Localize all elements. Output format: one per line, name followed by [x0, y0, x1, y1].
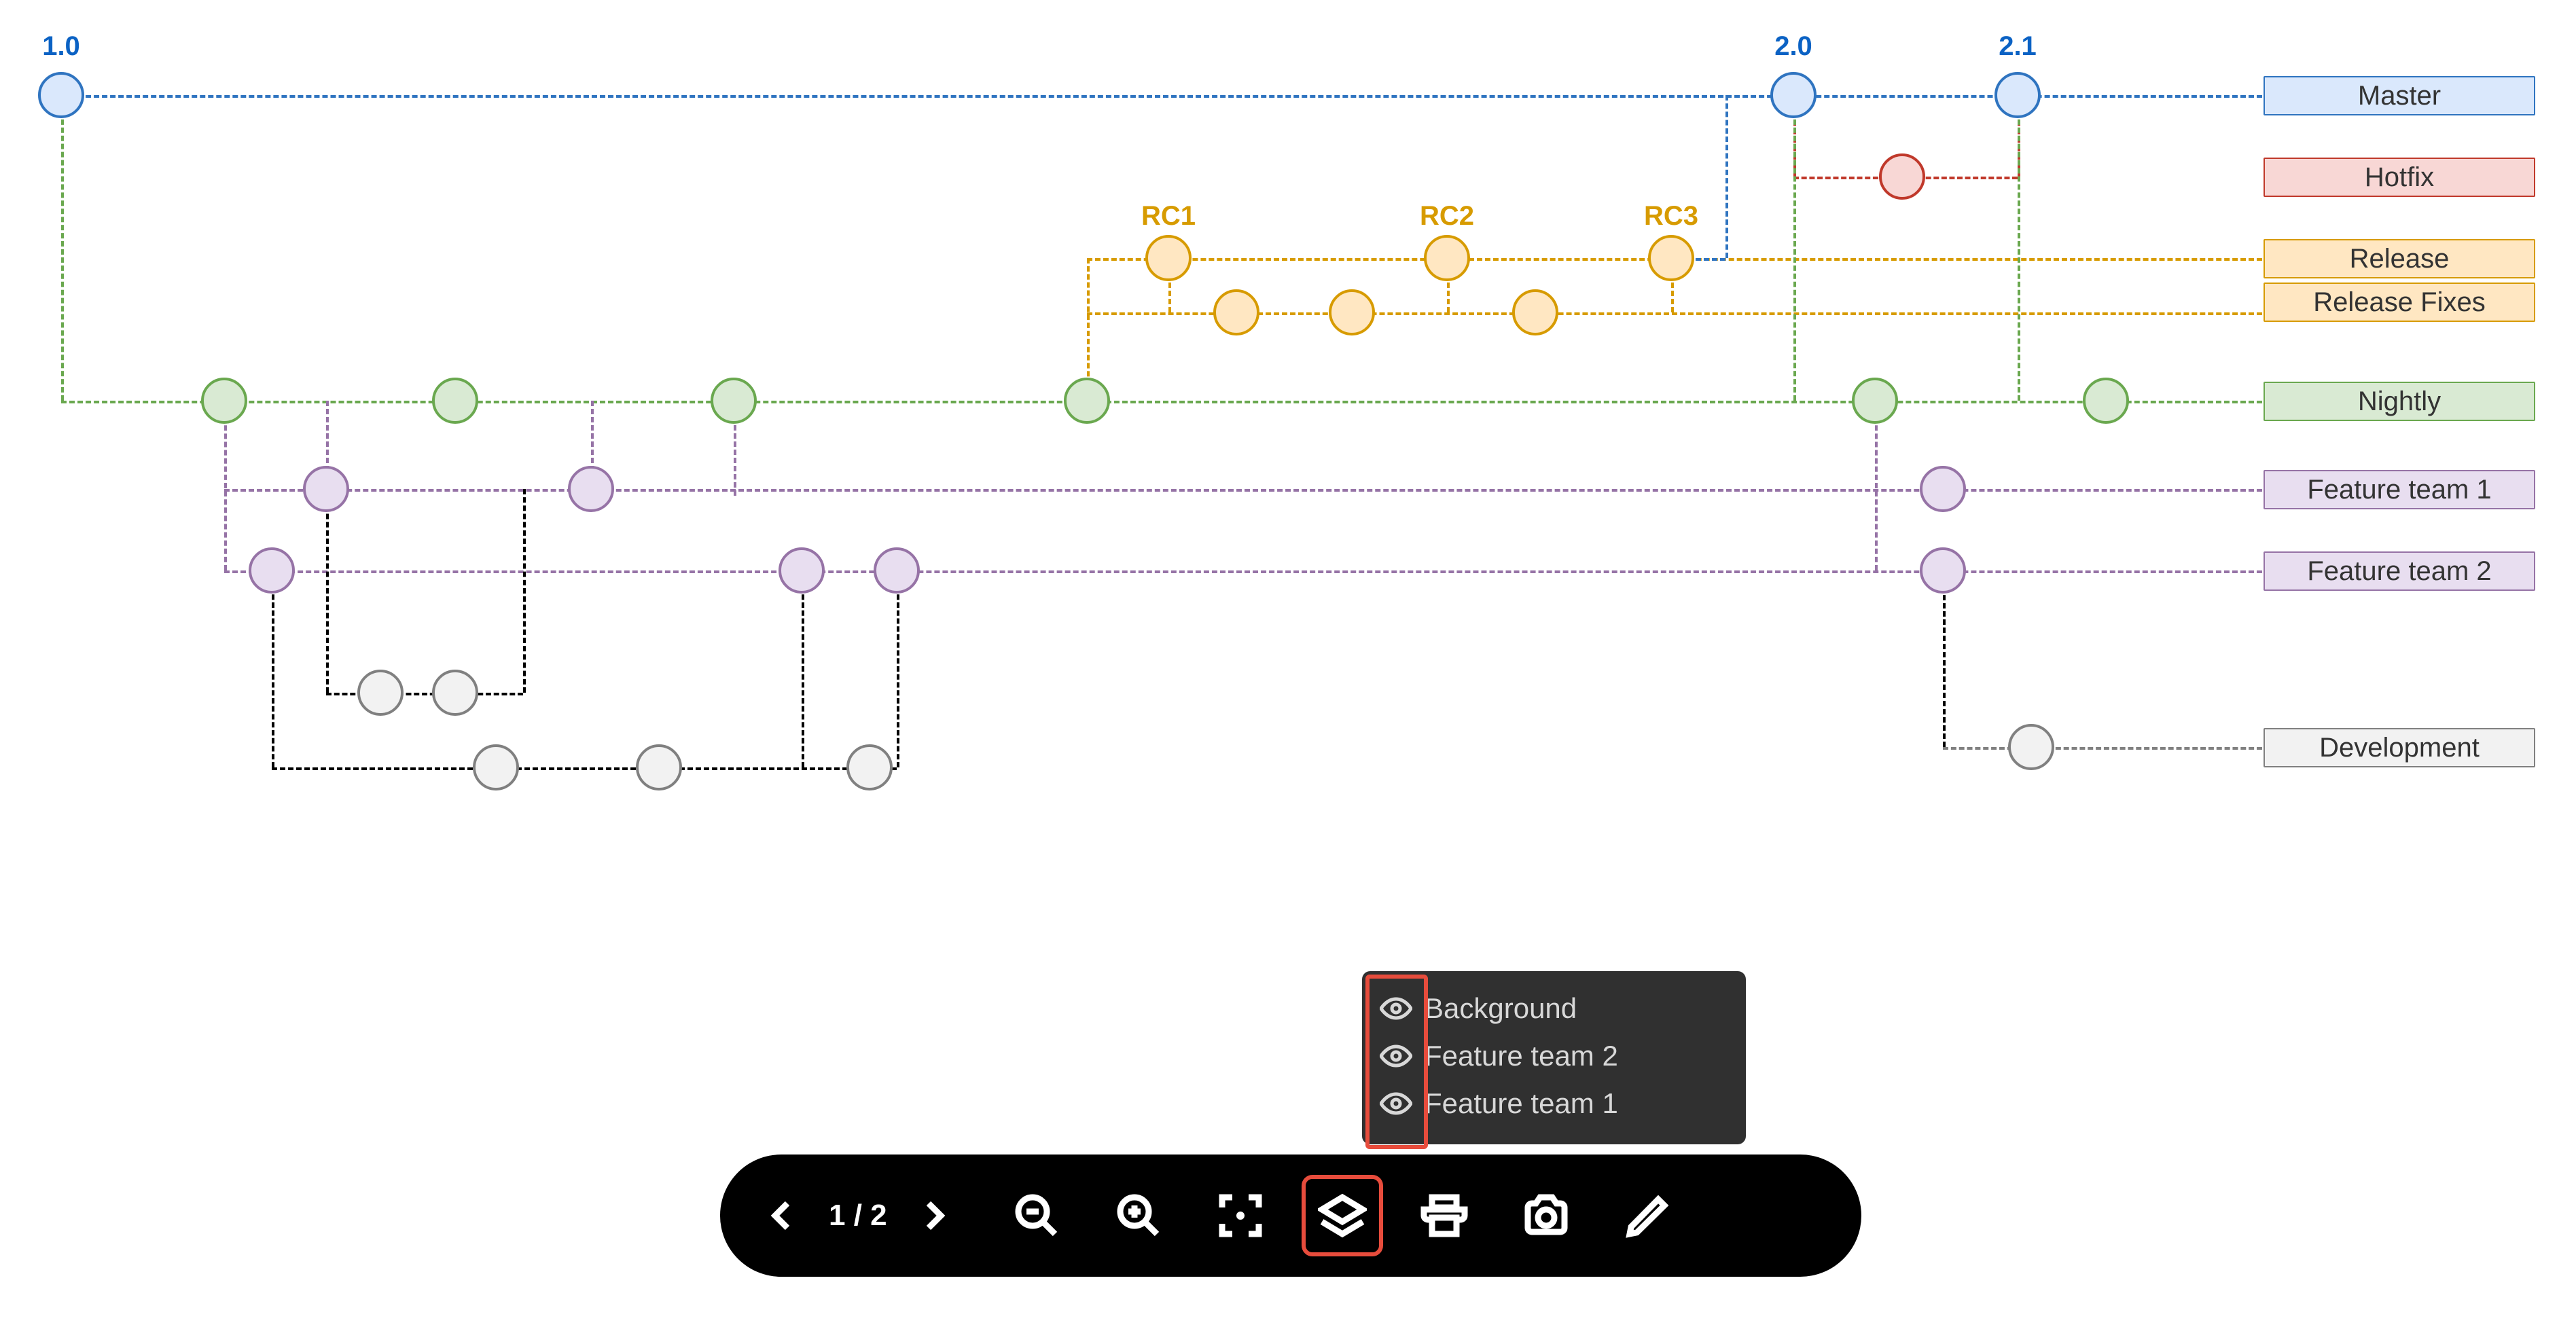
- lane-label-nightly: Nightly: [2264, 382, 2535, 421]
- lane-line-release-fixes: [1087, 312, 2262, 315]
- lane-label-feature2: Feature team 2: [2264, 551, 2535, 591]
- commit-rc2[interactable]: [1424, 235, 1470, 281]
- branch-1.0-to-nightly: [61, 95, 64, 401]
- print-button[interactable]: [1403, 1175, 1485, 1256]
- commit-dev-a1[interactable]: [357, 670, 404, 716]
- dev-lane-a: [272, 767, 897, 770]
- layer-row-feature1[interactable]: Feature team 1: [1380, 1080, 1728, 1127]
- commit-f2-r[interactable]: [1920, 547, 1966, 594]
- commit-dev-b2[interactable]: [636, 744, 682, 790]
- tag-2.1: 2.1: [1999, 31, 2037, 62]
- dev-to-f1-a2: [326, 489, 329, 693]
- dev-to-f2-c: [897, 570, 899, 767]
- text: Nightly: [2358, 386, 2441, 417]
- commit-hotfix[interactable]: [1879, 153, 1925, 200]
- branch-feature2-to-dev-a: [272, 570, 274, 767]
- branch-nightly-to-features: [224, 401, 227, 570]
- text: Hotfix: [2365, 162, 2434, 193]
- next-page-button[interactable]: [894, 1175, 976, 1256]
- text: Master: [2358, 81, 2441, 111]
- eye-icon: [1380, 1087, 1412, 1120]
- screenshot-button[interactable]: [1505, 1175, 1587, 1256]
- commit-relfix-3[interactable]: [1512, 289, 1558, 335]
- zoom-out-button[interactable]: [996, 1175, 1077, 1256]
- lane-line-master: [61, 95, 2262, 98]
- 2.1-to-nightly: [2018, 95, 2020, 401]
- commit-nightly-4[interactable]: [1064, 378, 1110, 424]
- commit-relfix-2[interactable]: [1329, 289, 1375, 335]
- tag-rc2: RC2: [1420, 201, 1474, 232]
- commit-dev-b1[interactable]: [473, 744, 519, 790]
- layer-label: Background: [1425, 992, 1577, 1025]
- layers-popover: Background Feature team 2 Feature team 1: [1362, 971, 1746, 1144]
- prev-page-button[interactable]: [740, 1175, 822, 1256]
- text: Development: [2319, 733, 2480, 763]
- lane-label-master: Master: [2264, 76, 2535, 115]
- zoom-in-button[interactable]: [1098, 1175, 1179, 1256]
- text: Release: [2350, 244, 2450, 274]
- commit-master-2.1[interactable]: [1994, 72, 2041, 118]
- commit-nightly-2[interactable]: [432, 378, 478, 424]
- commit-nightly-5[interactable]: [1852, 378, 1898, 424]
- tag-rc1: RC1: [1141, 201, 1196, 232]
- layer-label: Feature team 2: [1425, 1040, 1618, 1072]
- dev-to-f1-a: [523, 489, 526, 693]
- commit-rc3[interactable]: [1648, 235, 1694, 281]
- lane-label-release: Release: [2264, 239, 2535, 278]
- commit-nightly-6[interactable]: [2083, 378, 2129, 424]
- lane-line-development: [1943, 747, 2262, 750]
- feature2-to-dev-r: [1943, 570, 1946, 747]
- commit-nightly-3[interactable]: [711, 378, 757, 424]
- commit-master-1.0[interactable]: [38, 72, 84, 118]
- page-indicator: 1 / 2: [829, 1199, 887, 1233]
- lane-label-release-fixes: Release Fixes: [2264, 283, 2535, 322]
- layer-label: Feature team 1: [1425, 1087, 1618, 1120]
- fit-screen-button[interactable]: [1200, 1175, 1281, 1256]
- tag-1.0: 1.0: [42, 31, 80, 62]
- commit-master-2.0[interactable]: [1770, 72, 1817, 118]
- commit-f2-3[interactable]: [874, 547, 920, 594]
- lane-label-hotfix: Hotfix: [2264, 158, 2535, 197]
- commit-rc1[interactable]: [1145, 235, 1192, 281]
- layer-row-background[interactable]: Background: [1380, 985, 1728, 1032]
- commit-relfix-1[interactable]: [1213, 289, 1259, 335]
- eye-icon: [1380, 1040, 1412, 1072]
- dev-to-f2-b: [802, 570, 804, 767]
- commit-f2-1[interactable]: [249, 547, 295, 594]
- tag-2.0: 2.0: [1774, 31, 1812, 62]
- commit-f1-r[interactable]: [1920, 466, 1966, 512]
- dev-branch-a: [326, 693, 523, 695]
- lane-label-development: Development: [2264, 728, 2535, 767]
- edit-button[interactable]: [1607, 1175, 1689, 1256]
- text: Release Fixes: [2313, 287, 2485, 318]
- lane-line-nightly: [61, 401, 2262, 403]
- text: Feature team 2: [2307, 556, 2491, 587]
- text: Feature team 1: [2307, 475, 2491, 505]
- lane-label-feature1: Feature team 1: [2264, 470, 2535, 509]
- eye-icon: [1380, 992, 1412, 1025]
- nightly-to-features-r: [1875, 401, 1878, 570]
- commit-f1-2[interactable]: [568, 466, 614, 512]
- diagram-stage: Master Hotfix Release Release Fixes Nigh…: [0, 0, 2576, 1327]
- commit-dev-a2[interactable]: [432, 670, 478, 716]
- commit-dev-r[interactable]: [2008, 724, 2054, 770]
- 2.0-to-nightly: [1793, 95, 1796, 401]
- commit-f1-1[interactable]: [303, 466, 349, 512]
- tag-rc3: RC3: [1644, 201, 1698, 232]
- commit-nightly-1[interactable]: [201, 378, 247, 424]
- commit-dev-b3[interactable]: [846, 744, 893, 790]
- viewer-toolbar: 1 / 2: [720, 1155, 1861, 1277]
- layers-button[interactable]: [1302, 1175, 1383, 1256]
- commit-f2-2[interactable]: [779, 547, 825, 594]
- layer-row-feature2[interactable]: Feature team 2: [1380, 1032, 1728, 1080]
- release-to-2.0: [1725, 95, 1728, 258]
